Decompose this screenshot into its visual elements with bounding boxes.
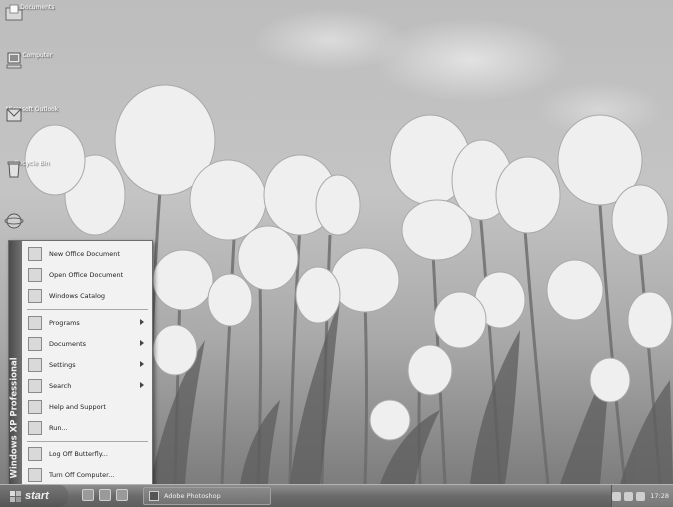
- submenu-arrow-icon: [140, 340, 144, 346]
- tray-network-icon[interactable]: [612, 491, 622, 501]
- menu-item-label: Help and Support: [49, 403, 106, 411]
- menu-item-label: Settings: [49, 361, 76, 369]
- start-button-label: start: [25, 490, 49, 502]
- programs-icon: [28, 316, 42, 330]
- menu-item-label: Turn Off Computer...: [49, 471, 115, 479]
- catalog-icon: [28, 289, 42, 303]
- quick-launch-ie-icon[interactable]: [99, 489, 111, 501]
- menu-separator: [27, 309, 148, 310]
- menu-item-label: Documents: [49, 340, 87, 348]
- quick-launch-desktop-icon[interactable]: [116, 489, 128, 501]
- menu-item-windows-catalog[interactable]: Windows Catalog: [23, 286, 152, 306]
- desktop-icon-outlook[interactable]: Microsoft Outlook: [4, 106, 60, 122]
- menu-item-label: Search: [49, 382, 72, 390]
- system-tray: 17:28: [611, 485, 673, 507]
- menu-item-open-office-document[interactable]: Open Office Document: [23, 265, 152, 285]
- start-menu-banner: Windows XP Professional: [9, 241, 22, 487]
- menu-item-documents[interactable]: Documents: [23, 334, 152, 354]
- search-icon: [28, 379, 42, 393]
- desktop-icon-my-documents[interactable]: My Documents: [4, 4, 60, 21]
- menu-item-new-office-document[interactable]: New Office Document: [23, 244, 152, 264]
- menu-item-label: Log Off Butterfly...: [49, 450, 108, 458]
- tray-media-icon[interactable]: [624, 491, 634, 501]
- menu-item-label: Windows Catalog: [49, 292, 106, 300]
- photoshop-icon: [149, 491, 159, 501]
- recycle-bin-icon: [7, 161, 21, 178]
- menu-item-label: Run...: [49, 424, 68, 432]
- start-menu-banner-text: Windows XP Professional: [9, 357, 20, 479]
- menu-item-help-and-support[interactable]: Help and Support: [23, 397, 152, 417]
- help-icon: [28, 400, 42, 414]
- menu-item-label: New Office Document: [49, 250, 120, 258]
- menu-item-label: Programs: [49, 319, 80, 327]
- menu-item-run[interactable]: Run...: [23, 418, 152, 438]
- computer-icon: [6, 52, 22, 69]
- run-icon: [28, 421, 42, 435]
- start-button[interactable]: start: [0, 485, 68, 507]
- menu-item-label: Open Office Document: [49, 271, 124, 279]
- desktop-icon-recycle-bin[interactable]: Recycle Bin: [4, 160, 60, 178]
- clock[interactable]: 17:28: [650, 492, 669, 500]
- submenu-arrow-icon: [140, 361, 144, 367]
- documents-icon: [28, 337, 42, 351]
- taskbar-button-photoshop[interactable]: Adobe Photoshop: [143, 487, 271, 505]
- menu-item-programs[interactable]: Programs: [23, 313, 152, 333]
- new-document-icon: [28, 247, 42, 261]
- folder-documents-icon: [5, 4, 23, 21]
- taskbar: start Adobe Photoshop 17:28: [0, 484, 673, 507]
- open-document-icon: [28, 268, 42, 282]
- tray-volume-icon[interactable]: [636, 491, 646, 501]
- menu-item-search[interactable]: Search: [23, 376, 152, 396]
- start-menu: Windows XP Professional New Office Docum…: [8, 240, 153, 488]
- internet-explorer-icon: [4, 213, 24, 229]
- menu-item-settings[interactable]: Settings: [23, 355, 152, 375]
- taskbar-button-label: Adobe Photoshop: [164, 492, 221, 500]
- log-off-icon: [28, 447, 42, 461]
- desktop-icon-my-computer[interactable]: My Computer: [4, 52, 60, 69]
- submenu-arrow-icon: [140, 319, 144, 325]
- menu-item-log-off[interactable]: Log Off Butterfly...: [23, 444, 152, 464]
- power-icon: [28, 468, 42, 482]
- menu-separator: [27, 441, 148, 442]
- quick-launch-outlook-icon[interactable]: [82, 489, 94, 501]
- quick-launch-bar: [82, 489, 128, 503]
- windows-flag-icon: [10, 490, 21, 502]
- outlook-icon: [6, 108, 22, 122]
- menu-item-turn-off-computer[interactable]: Turn Off Computer...: [23, 465, 152, 485]
- submenu-arrow-icon: [140, 382, 144, 388]
- settings-icon: [28, 358, 42, 372]
